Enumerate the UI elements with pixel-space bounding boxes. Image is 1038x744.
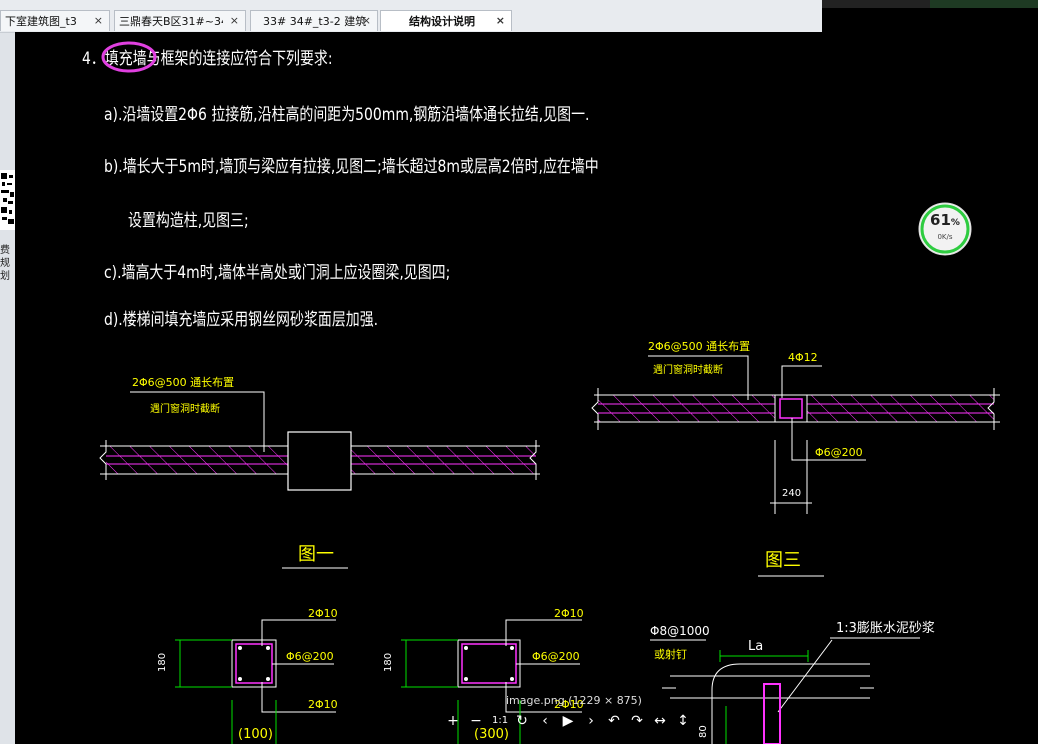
cad-drawings: 2Φ6@500 通长布置 遇门窗洞时截断 图一 2Φ6@500 通长布置 遇门窗…	[99, 340, 1000, 744]
image-caption: image.png (1229 × 875)	[506, 694, 642, 707]
fig3-width-dim: 240	[782, 488, 801, 499]
speed-ring-icon	[918, 202, 972, 256]
s1-top-bars: 2Φ10	[308, 607, 338, 620]
fig1-label-rebar: 2Φ6@500 通长布置	[132, 376, 234, 389]
s2-stirrup: Φ6@200	[532, 650, 580, 663]
image-viewer-toolbar: image.png (1229 × 875) + − 1:1 ↻ ‹ ▶ › ↶…	[446, 690, 696, 744]
fig1-title: 图一	[298, 544, 334, 565]
fig3-label-cut: 遇门窗洞时截断	[653, 363, 723, 376]
fig3-title: 图三	[765, 550, 801, 571]
zoom-in-button[interactable]: +	[446, 712, 460, 730]
network-speed-widget[interactable]: 61% 0K/s	[917, 201, 973, 257]
beam-section-1: 2Φ10 Φ6@200 2Φ10 180 (100)	[157, 607, 338, 744]
flip-horizontal-button[interactable]: ↔	[653, 712, 667, 730]
d4-mortar-label: 1:3膨胀水泥砂浆	[836, 621, 935, 636]
s1-stirrup: Φ6@200	[286, 650, 334, 663]
fig1-label-cut: 遇门窗洞时截断	[150, 402, 220, 415]
play-button[interactable]: ▶	[561, 712, 575, 730]
s1-bottom-bars: 2Φ10	[308, 698, 338, 711]
next-button[interactable]: ›	[584, 712, 598, 730]
d4-dim: 80	[698, 725, 709, 738]
s1-width-dim: (100)	[238, 727, 273, 742]
figure-1: 2Φ6@500 通长布置 遇门窗洞时截断 图一	[99, 376, 540, 569]
d4-spec-1: Φ8@1000	[650, 624, 710, 638]
actual-size-button[interactable]: 1:1	[492, 712, 508, 730]
s1-height-dim: 180	[157, 653, 168, 672]
d4-spec-2: 或射钉	[654, 647, 687, 661]
fig3-label-rebar: 2Φ6@500 通长布置	[648, 340, 750, 353]
fig3-column-bars: 4Φ12	[788, 351, 818, 364]
s2-height-dim: 180	[383, 653, 394, 672]
flip-vertical-button[interactable]: ↕	[676, 712, 690, 730]
fig3-stirrup: Φ6@200	[815, 446, 863, 459]
d4-la-label: La	[748, 639, 763, 654]
speed-percent: 61%	[930, 211, 960, 229]
speed-rate: 0K/s	[937, 233, 953, 241]
previous-button[interactable]: ‹	[538, 712, 552, 730]
figure-3: 2Φ6@500 通长布置 遇门窗洞时截断 4Φ12 Φ6@200 240 图三	[591, 340, 1000, 577]
rotate-right-button[interactable]: ↷	[630, 712, 644, 730]
s2-top-bars: 2Φ10	[554, 607, 584, 620]
reset-button[interactable]: ↻	[515, 712, 529, 730]
zoom-out-button[interactable]: −	[469, 712, 483, 730]
rotate-left-button[interactable]: ↶	[607, 712, 621, 730]
